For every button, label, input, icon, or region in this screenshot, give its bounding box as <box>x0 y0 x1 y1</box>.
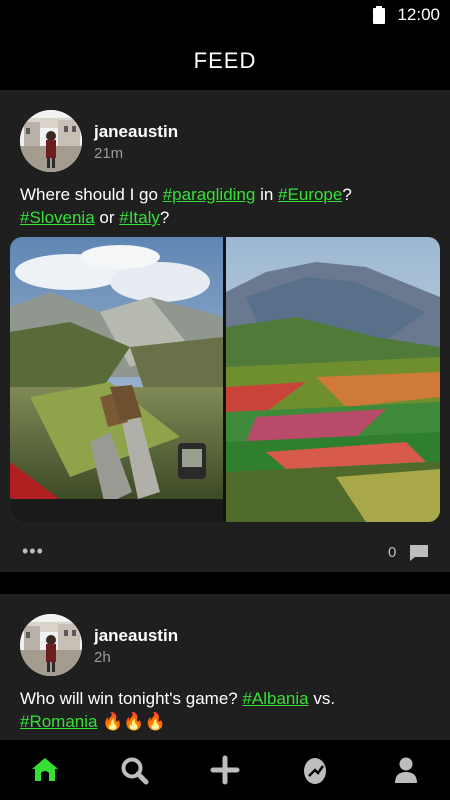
post-text: Who will win tonight's game? #Albania vs… <box>20 687 440 733</box>
text-segment: Where should I go <box>20 185 163 204</box>
text-segment: vs. <box>308 689 336 708</box>
hashtag-link[interactable]: #paragliding <box>163 185 256 204</box>
hashtag-link[interactable]: #Italy <box>119 208 160 227</box>
hashtag-link[interactable]: #Europe <box>278 185 342 204</box>
text-segment: or <box>94 208 120 227</box>
username[interactable]: janeaustin <box>94 122 178 142</box>
post-time: 21m <box>94 145 124 162</box>
paragliding-mountain-photo[interactable] <box>10 237 223 522</box>
status-time: 12:00 <box>397 5 440 24</box>
add-icon[interactable] <box>209 754 241 786</box>
text-segment: in <box>255 185 279 204</box>
avatar[interactable] <box>20 110 82 172</box>
post-time: 2h <box>94 649 111 666</box>
profile-icon[interactable] <box>390 754 422 786</box>
text-segment: ? <box>159 208 170 227</box>
avatar[interactable] <box>20 614 82 676</box>
feed-list[interactable]: janeaustin 21m Where should I go #paragl… <box>0 90 450 740</box>
photo-grid[interactable] <box>10 237 440 522</box>
username[interactable]: janeaustin <box>94 626 178 646</box>
hashtag-link[interactable]: #Slovenia <box>20 208 95 227</box>
hashtag-link[interactable]: #Romania <box>20 712 98 731</box>
more-options-icon[interactable]: ••• <box>22 541 44 562</box>
page-title: FEED <box>193 48 257 73</box>
battery-icon <box>373 6 385 24</box>
search-icon[interactable] <box>118 754 150 786</box>
italy-flower-valley-photo[interactable] <box>226 237 440 522</box>
comment-icon[interactable] <box>409 544 429 562</box>
bottom-nav <box>0 740 450 800</box>
text-segment: Who will win tonight's game? <box>20 689 243 708</box>
feed-post[interactable]: janeaustin 21m Where should I go #paragl… <box>0 90 450 572</box>
app-header: FEED <box>0 30 450 90</box>
feed-post[interactable]: janeaustin 2h Who will win tonight's gam… <box>0 594 450 740</box>
comment-count: 0 <box>388 544 397 561</box>
hashtag-link[interactable]: #Albania <box>242 689 308 708</box>
text-segment: ? <box>342 185 352 204</box>
home-icon[interactable] <box>29 754 61 786</box>
status-bar: 12:00 <box>0 0 450 30</box>
egg-icon[interactable] <box>299 754 331 786</box>
fire-emoji: 🔥🔥🔥 <box>97 712 166 731</box>
post-text: Where should I go #paragliding in #Europ… <box>20 183 440 229</box>
